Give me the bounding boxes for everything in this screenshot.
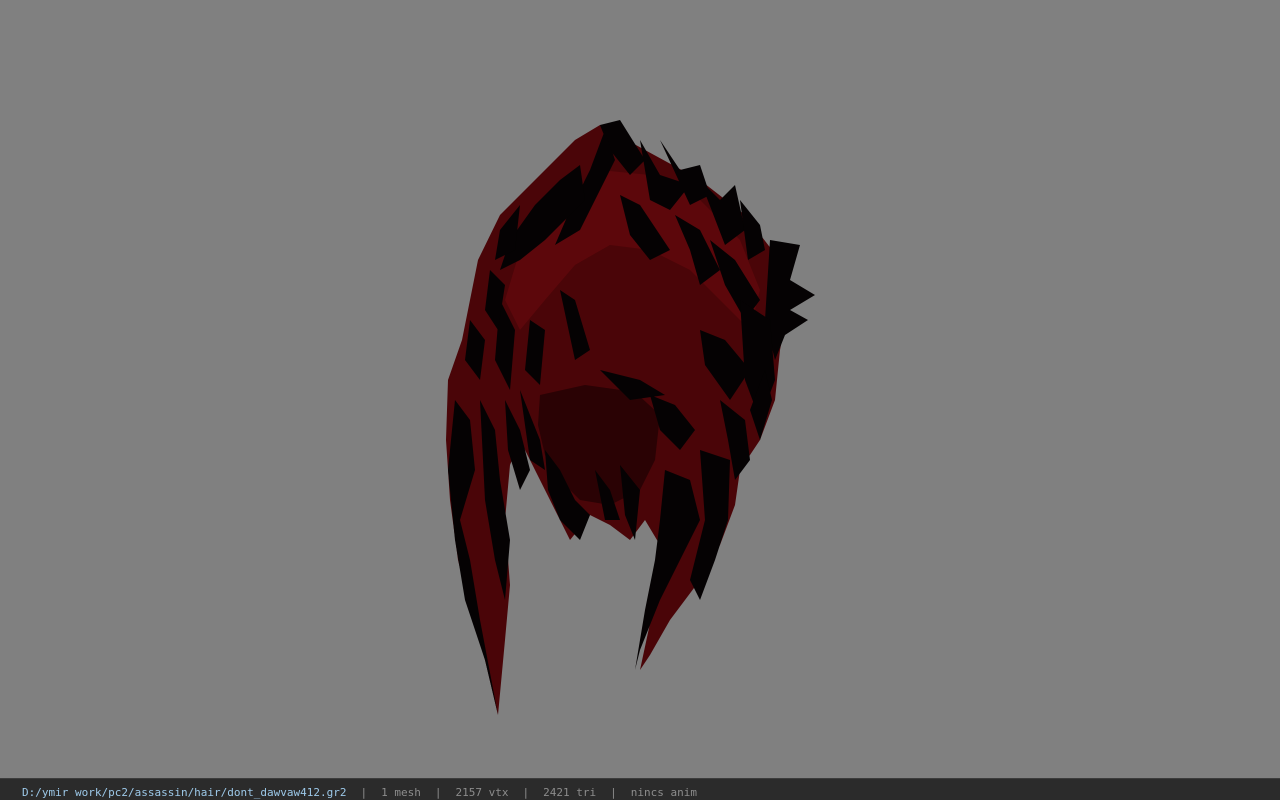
hair-model-render	[446, 120, 815, 715]
3d-viewport[interactable]	[0, 0, 1280, 778]
triangle-count: 2421 tri	[543, 786, 597, 799]
status-bar: D:/ymir work/pc2/assassin/hair/dont_dawv…	[0, 778, 1280, 800]
separator: |	[360, 786, 368, 799]
separator: |	[610, 786, 617, 799]
animation-status: nincs anim	[630, 786, 697, 799]
mesh-count: 1 mesh	[381, 786, 421, 799]
vertex-count: 2157 vtx	[455, 786, 509, 799]
file-path: D:/ymir work/pc2/assassin/hair/dont_dawv…	[22, 786, 347, 799]
separator: |	[522, 786, 530, 799]
hair-strand	[765, 240, 815, 360]
separator: |	[434, 786, 442, 799]
